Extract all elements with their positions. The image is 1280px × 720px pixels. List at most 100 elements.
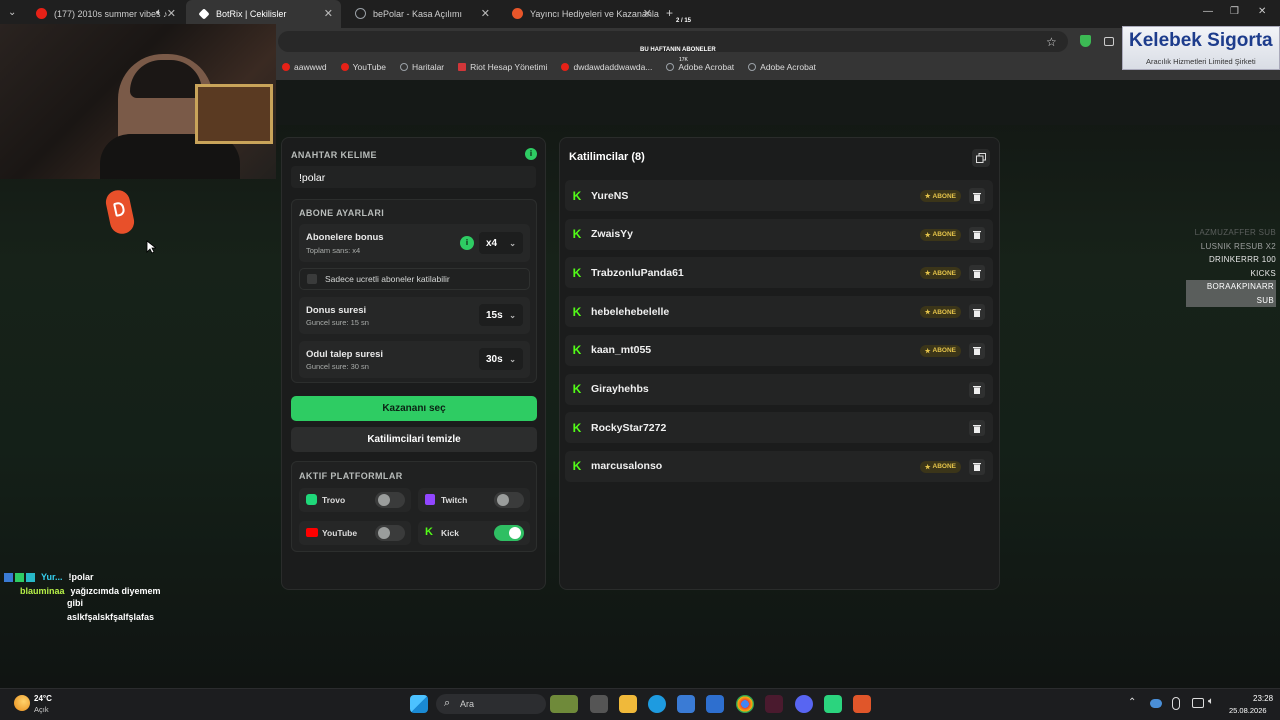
onedrive-icon[interactable] — [1150, 699, 1162, 708]
copy-button[interactable] — [972, 149, 990, 167]
remove-participant-button[interactable] — [969, 188, 985, 204]
globe-icon — [400, 63, 409, 71]
bookmark-label: Haritalar — [412, 62, 445, 72]
youtube-favicon-icon — [36, 8, 47, 19]
platform-youtube: YouTube — [299, 521, 411, 545]
extension-icon[interactable] — [1104, 37, 1114, 46]
participant-row: Khebelehebelelle ★ ABONE — [565, 296, 993, 328]
maximize-icon[interactable]: ❐ — [1230, 6, 1239, 17]
chat-user: blauminaa — [20, 586, 65, 596]
bookmark-item[interactable]: Riot Hesap Yönetimi — [458, 62, 547, 72]
youtube-toggle[interactable] — [375, 525, 405, 541]
file-explorer-icon[interactable] — [619, 695, 637, 713]
sponsor-subtitle: Aracılık Hizmetleri Limited Şirketi — [1146, 57, 1256, 66]
trash-icon — [973, 424, 981, 433]
bookmark-item[interactable]: dwdawdaddwawda... — [561, 62, 652, 72]
speaker-icon[interactable]: 🔈︎ — [156, 7, 162, 18]
remove-participant-button[interactable] — [969, 304, 985, 321]
twitch-toggle[interactable] — [494, 492, 524, 508]
event-item: LAZMUZAFFER SUB — [1194, 228, 1276, 237]
tray-chevron-icon[interactable]: ⌃ — [1128, 697, 1136, 708]
remove-participant-button[interactable] — [969, 342, 985, 359]
keyword-input[interactable]: !polar — [291, 166, 536, 188]
remove-participant-button[interactable] — [969, 458, 985, 475]
kick-icon: K — [425, 526, 433, 538]
participant-name: Girayhehbs — [591, 383, 649, 395]
microphone-icon[interactable] — [1172, 697, 1180, 710]
twitch-icon — [425, 494, 435, 505]
badge-label: ABONE — [932, 463, 956, 471]
subs-count: 17K — [679, 57, 688, 63]
close-icon[interactable]: ✕ — [167, 7, 176, 20]
brave-icon[interactable] — [853, 695, 871, 713]
claim-subtitle: Guncel sure: 30 sn — [306, 362, 369, 371]
sub-bonus-subtitle: Toplam sans: x4 — [306, 246, 361, 255]
extension-shield-icon[interactable] — [1080, 35, 1091, 47]
start-button-icon[interactable] — [410, 695, 428, 713]
remove-participant-button[interactable] — [969, 420, 985, 437]
bookmark-item[interactable]: YouTube — [340, 62, 387, 72]
info-icon[interactable]: i — [460, 236, 474, 250]
bookmark-item[interactable]: Adobe Acrobat — [748, 62, 816, 72]
info-icon[interactable]: i — [525, 148, 537, 160]
minimize-icon[interactable]: — — [1203, 6, 1213, 17]
close-icon[interactable]: ✕ — [324, 7, 333, 20]
network-icon[interactable] — [1192, 698, 1204, 708]
chat-user: Yur... — [41, 572, 63, 582]
star-icon: ★ — [924, 347, 931, 355]
globe-icon — [355, 8, 366, 19]
tab-bepolar[interactable]: bePolar - Kasa Açılımı ✕ — [343, 0, 498, 28]
remove-participant-button[interactable] — [969, 226, 985, 243]
chevron-down-icon: ⌄ — [509, 310, 516, 320]
app-green-icon[interactable] — [824, 695, 842, 713]
overlay-counter: 2 / 15 — [676, 18, 692, 24]
app-icon[interactable] — [765, 695, 783, 713]
close-icon[interactable]: ✕ — [643, 7, 652, 20]
bookmark-label: Riot Hesap Yönetimi — [470, 62, 548, 72]
close-icon[interactable]: ✕ — [481, 7, 490, 20]
task-view-icon[interactable] — [590, 695, 608, 713]
remove-participant-button[interactable] — [969, 381, 985, 398]
clock-time: 23:28 — [1253, 694, 1274, 703]
bookmark-item[interactable]: Adobe Acrobat — [666, 62, 734, 72]
weather-temp: 24°C — [34, 694, 52, 703]
subs-title: BU HAFTANIN ABONELER — [640, 47, 716, 53]
store-icon[interactable] — [677, 695, 695, 713]
claim-select[interactable]: 30s ⌄ — [479, 348, 523, 370]
sub-bonus-select[interactable]: x4 ⌄ — [479, 232, 523, 254]
chrome-icon[interactable] — [736, 695, 754, 713]
kick-icon: K — [572, 420, 582, 435]
participant-row: K ZwaisYy ★ ABONE — [565, 218, 993, 250]
weather-icon[interactable] — [14, 695, 30, 711]
bookmark-label: YouTube — [352, 62, 387, 72]
duration-select[interactable]: 15s ⌄ — [479, 304, 523, 326]
kick-icon: K — [572, 459, 582, 474]
bookmark-item[interactable]: aawwwd — [282, 62, 327, 72]
kick-icon: K — [572, 188, 582, 203]
tab-list-chevron-icon[interactable]: ⌄ — [8, 7, 16, 18]
badge-icon — [4, 572, 13, 582]
new-tab-plus-icon[interactable]: + — [666, 6, 673, 20]
trovo-toggle[interactable] — [375, 492, 405, 508]
checkbox[interactable] — [307, 274, 317, 284]
taskbar-search[interactable]: ⌕ Ara — [436, 694, 546, 714]
bookmark-star-icon[interactable]: ☆ — [1046, 35, 1057, 49]
only-paid-subs-option[interactable]: Sadece ucretli aboneler katilabilir — [299, 268, 530, 290]
bookmark-label: Adobe Acrobat — [760, 62, 816, 72]
kick-toggle[interactable] — [494, 525, 524, 541]
volume-icon[interactable]: 🔈︎ — [1208, 696, 1214, 707]
clear-participants-button[interactable]: Katilimcilari temizle — [291, 427, 537, 452]
event-item: DRINKERRR 100 KICKS — [1208, 255, 1276, 278]
mail-icon[interactable] — [706, 695, 724, 713]
youtube-icon — [282, 63, 290, 71]
window-close-icon[interactable]: ✕ — [1258, 6, 1266, 17]
subscriber-badge: ★ ABONE — [919, 228, 961, 241]
tab-gifts[interactable]: Yayıncı Hediyeleri ve Kazananla ✕ — [500, 0, 660, 28]
discord-icon[interactable] — [795, 695, 813, 713]
remove-participant-button[interactable] — [969, 265, 985, 282]
kick-icon: K — [572, 227, 582, 242]
badge-label: ABONE — [932, 269, 956, 277]
bookmark-item[interactable]: Haritalar — [400, 62, 444, 72]
pick-winner-button[interactable]: Kazananı seç — [291, 396, 537, 421]
edge-icon[interactable] — [648, 695, 666, 713]
